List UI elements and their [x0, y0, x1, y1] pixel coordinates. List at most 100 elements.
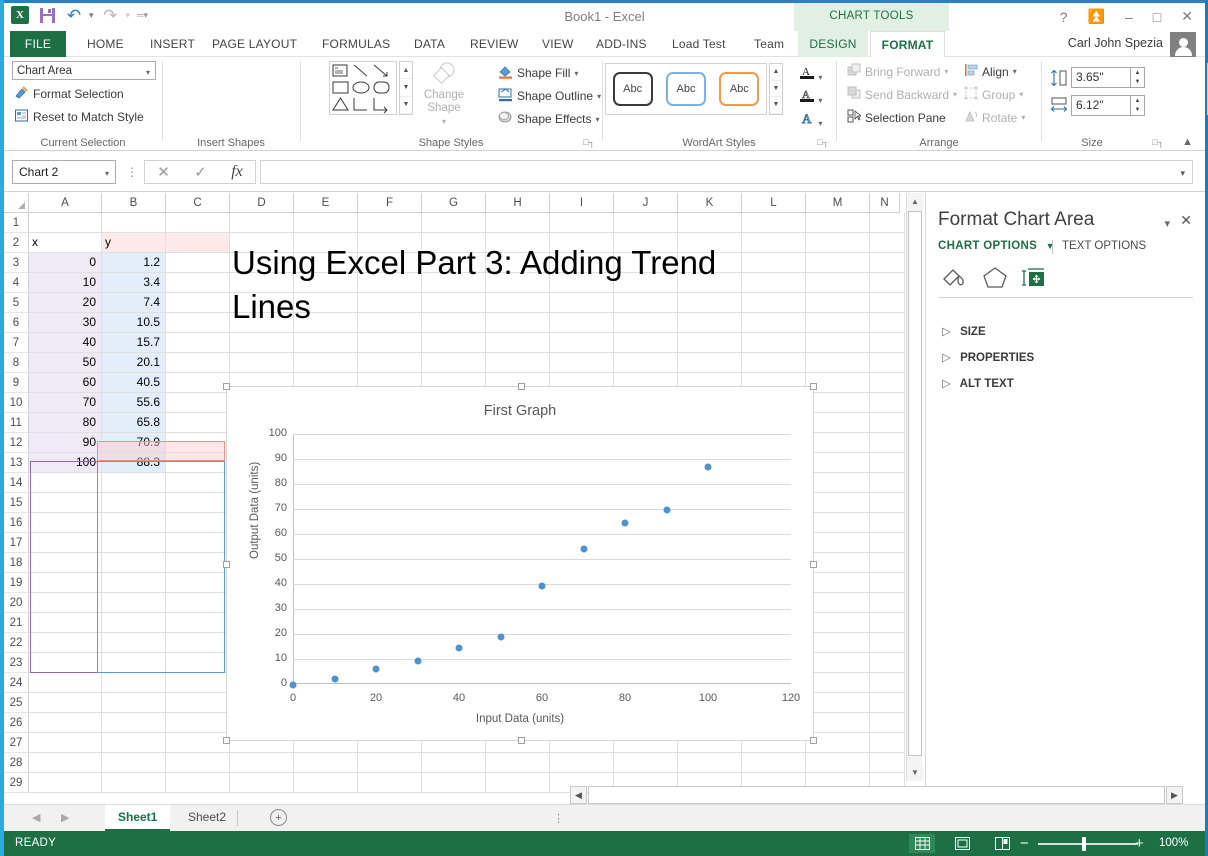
- cell-A25[interactable]: [29, 693, 102, 713]
- cell-K7[interactable]: [678, 333, 742, 353]
- wordart-dialog-launcher-icon[interactable]: □┐: [817, 137, 829, 147]
- column-header-L[interactable]: L: [742, 193, 806, 213]
- cell-L7[interactable]: [742, 333, 806, 353]
- cell-J7[interactable]: [614, 333, 678, 353]
- cell-D7[interactable]: [230, 333, 294, 353]
- row-header-12[interactable]: 12: [4, 433, 29, 453]
- text-fill-button[interactable]: A ▾: [799, 64, 822, 83]
- cell-B20[interactable]: [102, 593, 166, 613]
- shape-fill-button[interactable]: Shape Fill ▾: [498, 64, 578, 82]
- restore-icon[interactable]: □: [1153, 9, 1161, 25]
- cell-C28[interactable]: [166, 753, 230, 773]
- chevron-down-icon[interactable]: ▾: [818, 73, 822, 82]
- cell-L28[interactable]: [742, 753, 806, 773]
- cell-C22[interactable]: [166, 633, 230, 653]
- cell-A4[interactable]: 10: [29, 273, 102, 293]
- cell-E8[interactable]: [294, 353, 358, 373]
- tab-view[interactable]: VIEW: [531, 31, 584, 57]
- cell-C24[interactable]: [166, 673, 230, 693]
- cell-D28[interactable]: [230, 753, 294, 773]
- cell-E7[interactable]: [294, 333, 358, 353]
- cell-K1[interactable]: [678, 213, 742, 233]
- shape-height-stepper[interactable]: ▲ ▼: [1131, 67, 1145, 88]
- cell-A16[interactable]: [29, 513, 102, 533]
- cell-B29[interactable]: [102, 773, 166, 793]
- expand-triangle-icon[interactable]: ▷: [942, 352, 951, 364]
- scroll-right-icon[interactable]: ▶: [1166, 786, 1183, 804]
- table-row[interactable]: [29, 213, 905, 233]
- cell-N3[interactable]: [870, 253, 905, 273]
- cell-M6[interactable]: [806, 313, 870, 333]
- user-name[interactable]: Carl John Spezia: [1068, 36, 1163, 50]
- pane-icon-tab-size-properties[interactable]: [1020, 265, 1050, 294]
- cell-D8[interactable]: [230, 353, 294, 373]
- collapse-ribbon-icon[interactable]: ▲: [1182, 136, 1193, 148]
- cell-A6[interactable]: 30: [29, 313, 102, 333]
- cell-F29[interactable]: [358, 773, 422, 793]
- cell-N5[interactable]: [870, 293, 905, 313]
- cell-C27[interactable]: [166, 733, 230, 753]
- chart-plot-area[interactable]: 0 10 20 30 40 50 60 70 80 90 100 0 20 40 60 80 100 120: [269, 427, 801, 704]
- cell-C12[interactable]: [166, 433, 230, 453]
- table-row[interactable]: 40 15.7: [29, 333, 905, 353]
- cell-N12[interactable]: [870, 433, 905, 453]
- cell-C29[interactable]: [166, 773, 230, 793]
- row-header-17[interactable]: 17: [4, 533, 29, 553]
- row-header-28[interactable]: 28: [4, 753, 29, 773]
- cell-C19[interactable]: [166, 573, 230, 593]
- cell-C14[interactable]: [166, 473, 230, 493]
- horizontal-scroll-thumb[interactable]: [588, 786, 1165, 804]
- cell-A7[interactable]: 40: [29, 333, 102, 353]
- row-header-3[interactable]: 3: [4, 253, 29, 273]
- cell-N8[interactable]: [870, 353, 905, 373]
- chart-resize-handle[interactable]: [810, 383, 817, 390]
- column-header-D[interactable]: D: [230, 193, 294, 213]
- row-header-21[interactable]: 21: [4, 613, 29, 633]
- tab-file[interactable]: FILE: [10, 31, 66, 57]
- cell-C21[interactable]: [166, 613, 230, 633]
- scroll-down-icon[interactable]: ▼: [907, 764, 923, 781]
- cell-F8[interactable]: [358, 353, 422, 373]
- cell-M4[interactable]: [806, 273, 870, 293]
- cell-M24[interactable]: [806, 673, 870, 693]
- window-buttons[interactable]: ? ⏫ – □ ✕: [1060, 8, 1193, 25]
- chevron-down-icon[interactable]: ▾: [1013, 67, 1017, 76]
- cell-H8[interactable]: [486, 353, 550, 373]
- enter-icon[interactable]: ✓: [194, 163, 207, 181]
- cell-G7[interactable]: [422, 333, 486, 353]
- formula-action-buttons[interactable]: ✕ ✓ fx: [144, 160, 256, 184]
- cell-B11[interactable]: 65.8: [102, 413, 166, 433]
- select-all-button[interactable]: [4, 193, 29, 213]
- cell-B19[interactable]: [102, 573, 166, 593]
- cell-F28[interactable]: [358, 753, 422, 773]
- cell-M3[interactable]: [806, 253, 870, 273]
- cell-A20[interactable]: [29, 593, 102, 613]
- cell-J8[interactable]: [614, 353, 678, 373]
- chart-resize-handle[interactable]: [223, 737, 230, 744]
- column-header-C[interactable]: C: [166, 193, 230, 213]
- chart-element-selector[interactable]: Chart Area ▾: [12, 61, 156, 80]
- cell-H7[interactable]: [486, 333, 550, 353]
- row-header-26[interactable]: 26: [4, 713, 29, 733]
- cell-I28[interactable]: [550, 753, 614, 773]
- cell-A1[interactable]: [29, 213, 102, 233]
- cell-C1[interactable]: [166, 213, 230, 233]
- row-header-6[interactable]: 6: [4, 313, 29, 333]
- cell-M1[interactable]: [806, 213, 870, 233]
- cell-B12[interactable]: 70.9: [102, 433, 166, 453]
- pane-close-icon[interactable]: ✕: [1180, 212, 1192, 229]
- row-header-24[interactable]: 24: [4, 673, 29, 693]
- scroll-left-icon[interactable]: ◀: [570, 786, 587, 804]
- pane-section-alt-text[interactable]: ▷ ALT TEXT: [942, 376, 1014, 390]
- row-header-15[interactable]: 15: [4, 493, 29, 513]
- cell-A12[interactable]: 90: [29, 433, 102, 453]
- cell-N24[interactable]: [870, 673, 905, 693]
- cell-G28[interactable]: [422, 753, 486, 773]
- cell-D1[interactable]: [230, 213, 294, 233]
- cell-M21[interactable]: [806, 613, 870, 633]
- close-icon[interactable]: ✕: [1181, 8, 1193, 25]
- cell-A23[interactable]: [29, 653, 102, 673]
- cell-N18[interactable]: [870, 553, 905, 573]
- reset-to-match-style-button[interactable]: Reset to Match Style: [14, 108, 144, 126]
- cell-M17[interactable]: [806, 533, 870, 553]
